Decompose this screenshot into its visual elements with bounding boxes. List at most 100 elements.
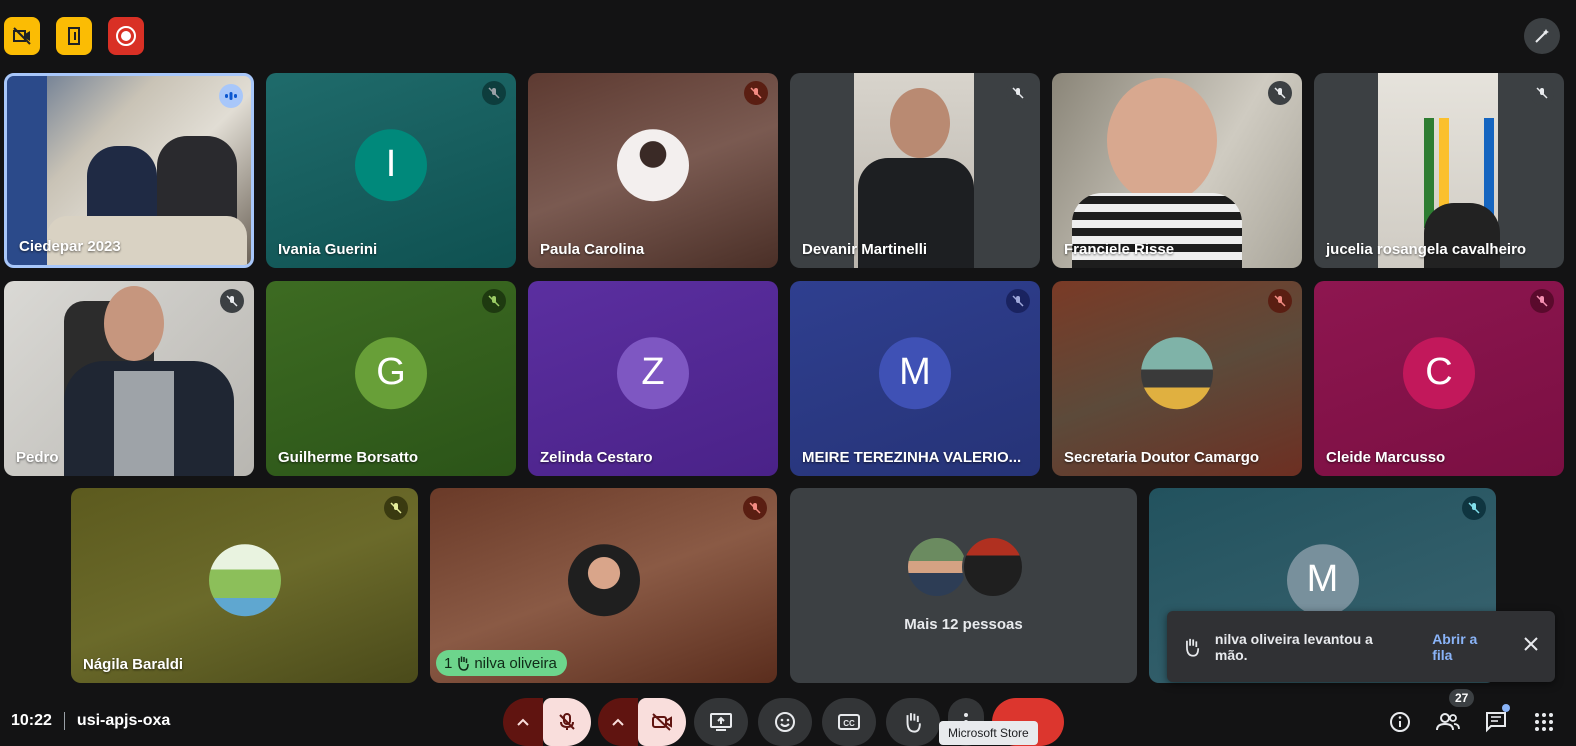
recording-icon[interactable] (108, 17, 144, 55)
raised-hand-icon (458, 656, 470, 671)
tile-cleide[interactable]: C Cleide Marcusso (1314, 281, 1564, 476)
tile-name: nilva oliveira (474, 654, 557, 672)
mic-off-icon (1268, 289, 1292, 313)
tile-ciedepar[interactable]: Ciedepar 2023 (4, 73, 254, 268)
present-screen-button[interactable] (694, 698, 748, 746)
mic-options-chevron-up-icon[interactable] (503, 698, 543, 746)
open-queue-link[interactable]: Abrir a fila (1432, 631, 1501, 663)
camera-control (598, 698, 686, 746)
mic-toggle-button[interactable] (543, 698, 591, 746)
reactions-button[interactable] (758, 698, 812, 746)
unread-dot (1502, 704, 1510, 712)
meeting-code: usi-apjs-oxa (76, 712, 171, 729)
activities-button[interactable] (1528, 706, 1560, 738)
tile-meire[interactable]: M MEIRE TEREZINHA VALERIO... (790, 281, 1040, 476)
people-button[interactable] (1432, 706, 1464, 738)
tile-name: Zelinda Cestaro (540, 449, 653, 466)
mic-off-icon (482, 81, 506, 105)
tile-devanir[interactable]: Devanir Martinelli (790, 73, 1040, 268)
tile-name: Devanir Martinelli (802, 241, 928, 258)
tile-guilherme[interactable]: G Guilherme Borsatto (266, 281, 516, 476)
tile-name: Pedro (16, 449, 59, 466)
mic-off-icon (1530, 81, 1554, 105)
mic-off-icon (1462, 496, 1486, 520)
tile-name: Nágila Baraldi (83, 656, 184, 673)
meeting-details-button[interactable] (1384, 706, 1416, 738)
close-icon[interactable] (1523, 636, 1539, 657)
avatar-initial: M (879, 336, 951, 409)
tile-name: Guilherme Borsatto (278, 449, 419, 466)
tooltip: Microsoft Store (939, 721, 1038, 745)
raise-hand-button[interactable] (886, 698, 940, 746)
tile-secretaria[interactable]: Secretaria Doutor Camargo (1052, 281, 1302, 476)
avatar-initial: C (1403, 336, 1475, 409)
present-screen-icon (710, 713, 732, 731)
avatar-initial: G (355, 336, 427, 409)
video-off-host-icon[interactable] (4, 17, 40, 55)
svg-text:CC: CC (843, 719, 855, 728)
tile-name: Ivania Guerini (278, 241, 378, 258)
avatar (1141, 336, 1213, 409)
clock: 10:22 (11, 712, 52, 729)
apps-grid-icon (1535, 713, 1553, 731)
toast-message: nilva oliveira levantou a mão. (1214, 630, 1373, 663)
raised-hand-icon (906, 713, 921, 733)
tile-name: Paula Carolina (540, 241, 645, 258)
tile-more-people[interactable]: Mais 12 pessoas (790, 488, 1137, 683)
mic-off-icon (1006, 81, 1030, 105)
top-indicators (4, 17, 144, 55)
mic-off-icon (1268, 81, 1292, 105)
captions-button[interactable]: CC (822, 698, 876, 746)
mic-off-icon (744, 81, 768, 105)
camera-toggle-button[interactable] (638, 698, 686, 746)
avatar (962, 536, 1024, 598)
people-icon (1436, 713, 1460, 731)
mic-off-icon (559, 713, 575, 730)
tile-name: Cleide Marcusso (1326, 449, 1446, 466)
pencil-sparkle-icon[interactable] (1524, 18, 1560, 54)
mic-off-icon (743, 496, 767, 520)
mic-off-icon (220, 289, 244, 313)
meet-window: Ciedepar 2023 I Ivania Guerini Paula Car… (0, 0, 1576, 746)
meeting-info: 10:22 usi-apjs-oxa (11, 712, 170, 730)
raised-hand-toast: nilva oliveira levantou a mão. Abrir a f… (1167, 611, 1555, 682)
tile-name: jucelia rosangela cavalheiro (1326, 241, 1527, 258)
tile-ivania[interactable]: I Ivania Guerini (266, 73, 516, 268)
tile-zelinda[interactable]: Z Zelinda Cestaro (528, 281, 778, 476)
info-icon (1390, 712, 1410, 732)
tile-name: MEIRE TEREZINHA VALERIO... (802, 449, 1022, 466)
chat-icon (1486, 712, 1506, 733)
mic-off-icon (1006, 289, 1030, 313)
avatar-initial: Z (617, 336, 689, 409)
mic-off-icon (1530, 289, 1554, 313)
door-exit-icon[interactable] (56, 17, 92, 55)
tile-pedro[interactable]: Pedro (4, 281, 254, 476)
tile-paula[interactable]: Paula Carolina (528, 73, 778, 268)
emoji-icon (775, 712, 795, 732)
camera-off-icon (652, 713, 672, 731)
speaking-indicator-icon (219, 84, 243, 108)
participants-count-badge: 27 (1449, 689, 1475, 707)
mic-off-icon (482, 289, 506, 313)
camera-options-chevron-up-icon[interactable] (598, 698, 638, 746)
avatar (208, 543, 281, 616)
raised-hand-badge[interactable]: 1 nilva oliveira (436, 650, 567, 676)
avatar (906, 536, 968, 598)
captions-icon: CC (838, 714, 860, 730)
tile-name: Secretaria Doutor Camargo (1064, 449, 1260, 466)
tile-name: Franciele Risse (1064, 241, 1175, 258)
tile-nagila[interactable]: Nágila Baraldi (71, 488, 418, 683)
more-people-label: Mais 12 pessoas (904, 616, 1023, 633)
hand-queue-number: 1 (444, 654, 453, 672)
tile-franciele[interactable]: Franciele Risse (1052, 73, 1302, 268)
divider (63, 712, 65, 730)
avatar (617, 128, 689, 201)
avatar-initial: M (1286, 543, 1359, 616)
avatar-initial: I (355, 128, 427, 201)
mic-off-icon (384, 496, 408, 520)
tile-name: Ciedepar 2023 (19, 238, 121, 255)
tile-jucelia[interactable]: jucelia rosangela cavalheiro (1314, 73, 1564, 268)
raised-hand-icon (1186, 638, 1200, 657)
avatar (567, 543, 640, 616)
mic-control (503, 698, 591, 746)
